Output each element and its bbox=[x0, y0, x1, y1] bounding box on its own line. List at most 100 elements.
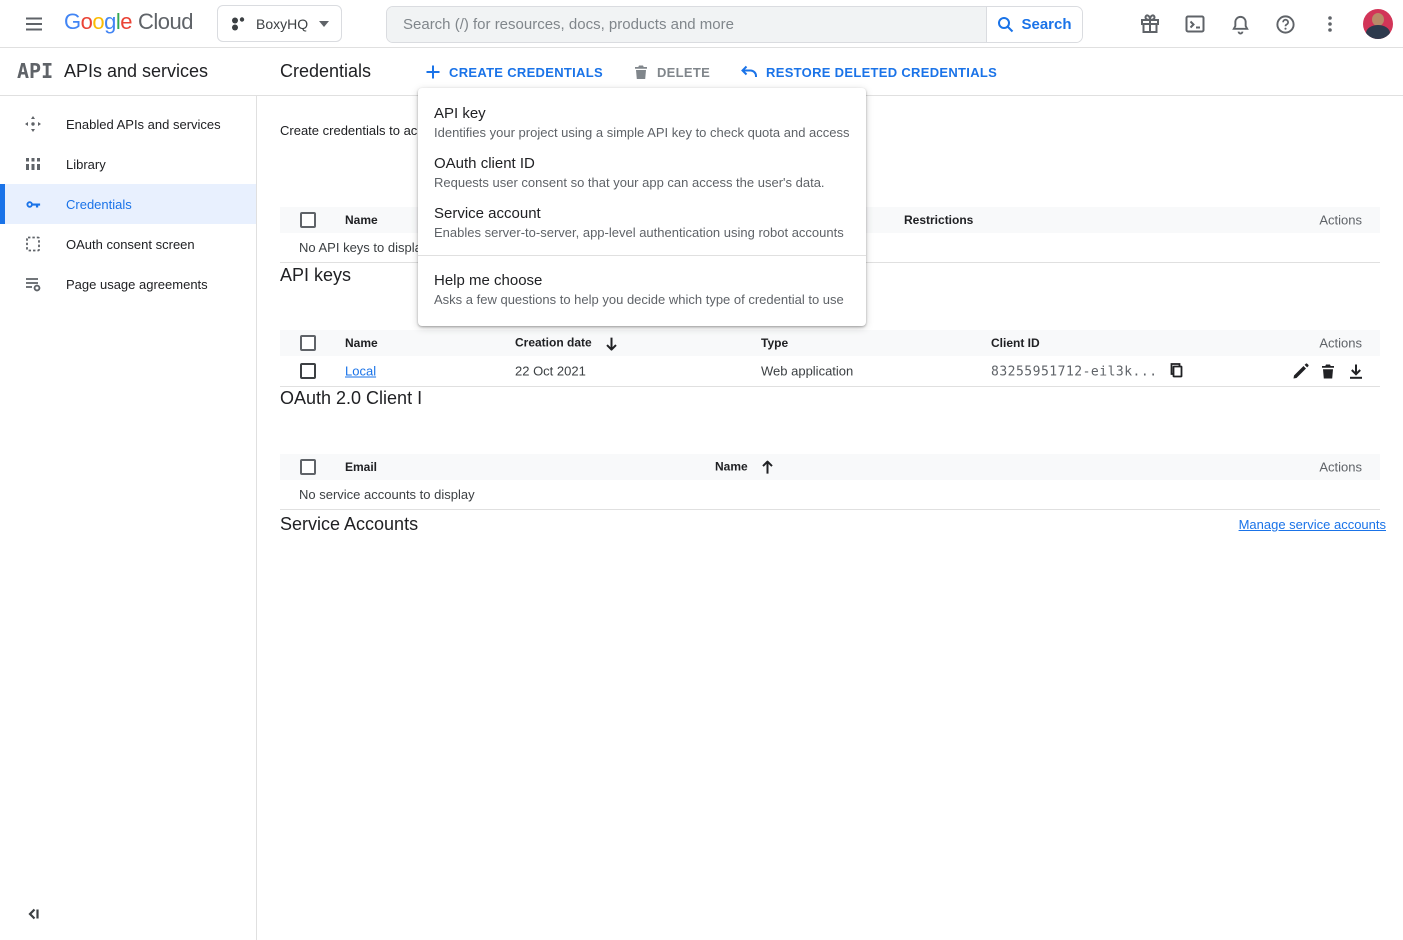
menu-item-title: Help me choose bbox=[434, 272, 850, 289]
column-header-name[interactable]: Name bbox=[345, 213, 378, 227]
project-selector[interactable]: BoxyHQ bbox=[217, 5, 342, 42]
oauth-client-name-link[interactable]: Local bbox=[345, 364, 376, 379]
sort-asc-arrow-icon bbox=[761, 460, 774, 474]
sidebar-item-label: Enabled APIs and services bbox=[66, 117, 221, 132]
project-name: BoxyHQ bbox=[256, 16, 308, 32]
column-header-actions: Actions bbox=[1319, 460, 1362, 475]
search-button[interactable]: Search bbox=[986, 7, 1082, 42]
global-search: Search bbox=[386, 6, 1083, 43]
select-all-checkbox[interactable] bbox=[300, 459, 316, 475]
cloud-shell-icon[interactable] bbox=[1183, 12, 1207, 36]
bell-icon[interactable] bbox=[1228, 12, 1252, 36]
select-all-checkbox[interactable] bbox=[300, 212, 316, 228]
menu-item-api-key[interactable]: API key Identifies your project using a … bbox=[418, 97, 866, 147]
column-header-actions: Actions bbox=[1319, 213, 1362, 228]
sidebar-item-credentials[interactable]: Credentials bbox=[0, 184, 256, 224]
menu-item-description: Requests user consent so that your app c… bbox=[434, 175, 850, 190]
gift-icon[interactable] bbox=[1138, 12, 1162, 36]
topbar-icon-group bbox=[1138, 0, 1393, 48]
client-id-value: 83255951712-eil3k... bbox=[991, 365, 1158, 380]
copy-icon[interactable] bbox=[1169, 363, 1184, 379]
sidebar-item-label: Credentials bbox=[66, 197, 132, 212]
top-navigation-bar: Google Cloud BoxyHQ Search bbox=[0, 0, 1403, 48]
agreements-icon bbox=[24, 275, 42, 293]
menu-item-title: Service account bbox=[434, 205, 850, 222]
hamburger-menu-icon[interactable] bbox=[21, 12, 47, 36]
logo-letter: o bbox=[81, 9, 93, 34]
sidebar-navigation: Enabled APIs and services Library Creden… bbox=[0, 96, 257, 940]
client-type-value: Web application bbox=[761, 364, 853, 379]
menu-divider bbox=[418, 255, 866, 256]
undo-icon bbox=[740, 64, 758, 80]
search-input[interactable] bbox=[387, 7, 986, 42]
delete-button[interactable]: DELETE bbox=[633, 64, 710, 80]
logo-cloud-text: Cloud bbox=[138, 9, 193, 35]
column-header-actions: Actions bbox=[1319, 336, 1362, 351]
sidebar-item-enabled-apis[interactable]: Enabled APIs and services bbox=[0, 104, 256, 144]
service-accounts-empty-row: No service accounts to display bbox=[280, 480, 1380, 510]
service-accounts-heading: Service Accounts bbox=[280, 514, 418, 535]
column-header-name[interactable]: Name bbox=[345, 336, 378, 350]
consent-screen-icon bbox=[24, 235, 42, 253]
menu-item-help-me-choose[interactable]: Help me choose Asks a few questions to h… bbox=[418, 264, 866, 314]
menu-item-oauth-client-id[interactable]: OAuth client ID Requests user consent so… bbox=[418, 147, 866, 197]
column-header-email[interactable]: Email bbox=[345, 460, 377, 474]
more-vert-icon[interactable] bbox=[1318, 12, 1342, 36]
sidebar-item-library[interactable]: Library bbox=[0, 144, 256, 184]
key-icon bbox=[24, 195, 42, 213]
library-icon bbox=[24, 155, 42, 173]
creation-date-value: 22 Oct 2021 bbox=[515, 364, 586, 379]
manage-service-accounts-link[interactable]: Manage service accounts bbox=[1239, 517, 1386, 532]
avatar[interactable] bbox=[1363, 9, 1393, 39]
column-header-restrictions[interactable]: Restrictions bbox=[904, 213, 973, 227]
product-title: APIs and services bbox=[64, 61, 208, 82]
download-icon[interactable] bbox=[1347, 362, 1365, 380]
create-credentials-menu: API key Identifies your project using a … bbox=[418, 88, 866, 326]
chevron-down-icon bbox=[319, 21, 329, 27]
help-icon[interactable] bbox=[1273, 12, 1297, 36]
menu-item-title: OAuth client ID bbox=[434, 155, 850, 172]
column-header-type[interactable]: Type bbox=[761, 336, 788, 350]
sidebar-item-label: Page usage agreements bbox=[66, 277, 208, 292]
sort-desc-arrow-icon bbox=[605, 336, 618, 350]
restore-label: RESTORE DELETED CREDENTIALS bbox=[766, 65, 997, 80]
row-checkbox[interactable] bbox=[300, 363, 316, 379]
column-header-client-id[interactable]: Client ID bbox=[991, 336, 1040, 350]
create-credentials-label: CREATE CREDENTIALS bbox=[449, 65, 603, 80]
page-title: Credentials bbox=[280, 61, 371, 82]
create-credentials-button[interactable]: CREATE CREDENTIALS bbox=[425, 64, 603, 80]
menu-item-description: Asks a few questions to help you decide … bbox=[434, 292, 850, 307]
logo-letter: G bbox=[64, 9, 81, 34]
logo-letter: e bbox=[120, 9, 132, 34]
client-id-cell: 83255951712-eil3k... bbox=[991, 363, 1184, 380]
oauth-table-header: Name Creation date Type Client ID Action… bbox=[280, 330, 1380, 356]
google-cloud-console: Google Cloud BoxyHQ Search bbox=[0, 0, 1403, 940]
delete-icon[interactable] bbox=[1319, 362, 1337, 380]
sidebar-item-page-usage-agreements[interactable]: Page usage agreements bbox=[0, 264, 256, 304]
menu-item-description: Enables server-to-server, app-level auth… bbox=[434, 225, 850, 240]
edit-icon[interactable] bbox=[1291, 362, 1309, 380]
select-all-checkbox[interactable] bbox=[300, 335, 316, 351]
api-product-logo: API bbox=[17, 59, 53, 83]
enabled-apis-icon bbox=[24, 115, 42, 133]
search-button-label: Search bbox=[1021, 16, 1071, 33]
collapse-panel-icon[interactable] bbox=[22, 903, 44, 925]
oauth-client-row: Local 22 Oct 2021 Web application 832559… bbox=[280, 356, 1380, 387]
menu-item-service-account[interactable]: Service account Enables server-to-server… bbox=[418, 197, 866, 247]
oauth-clients-table: Name Creation date Type Client ID Action… bbox=[280, 330, 1380, 387]
google-cloud-logo[interactable]: Google Cloud bbox=[64, 9, 193, 35]
delete-label: DELETE bbox=[657, 65, 710, 80]
restore-deleted-credentials-button[interactable]: RESTORE DELETED CREDENTIALS bbox=[740, 64, 997, 80]
oauth-clients-heading: OAuth 2.0 Client I bbox=[280, 388, 422, 409]
menu-item-title: API key bbox=[434, 105, 850, 122]
column-header-creation-date[interactable]: Creation date bbox=[515, 336, 618, 351]
column-header-name[interactable]: Name bbox=[715, 460, 774, 475]
service-accounts-table: Email Name Actions No service accounts t… bbox=[280, 454, 1380, 510]
sidebar-item-label: Library bbox=[66, 157, 106, 172]
sidebar-item-oauth-consent-screen[interactable]: OAuth consent screen bbox=[0, 224, 256, 264]
intro-text: Create credentials to ac bbox=[280, 123, 417, 138]
menu-item-description: Identifies your project using a simple A… bbox=[434, 125, 850, 140]
row-action-icons bbox=[1291, 362, 1365, 380]
avatar-shoulders bbox=[1366, 25, 1390, 39]
service-accounts-empty-text: No service accounts to display bbox=[299, 487, 475, 502]
